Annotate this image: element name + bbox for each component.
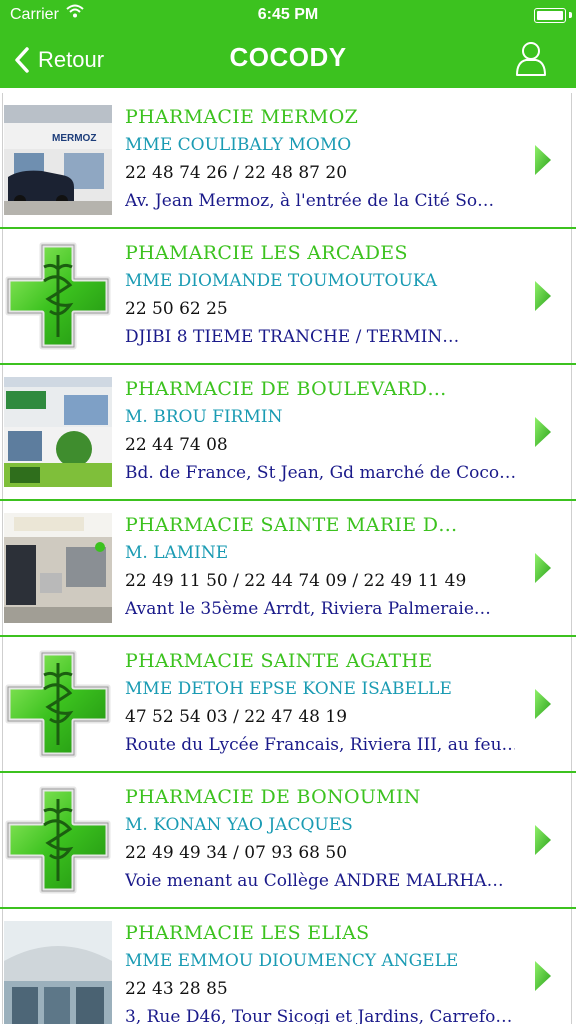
pharmacy-info: PHARMACIE SAINTE AGATHE MME DETOH EPSE K…	[125, 647, 515, 759]
list-item[interactable]: PHARMACIE DE BONOUMIN M. KONAN YAO JACQU…	[0, 773, 576, 909]
pharmacy-address: DJIBI 8 TIEME TRANCHE / TERMIN…	[125, 327, 460, 347]
pharmacy-address: Route du Lycée Francais, Riviera III, au…	[125, 735, 515, 755]
pharmacy-cross-icon	[4, 241, 112, 351]
pharmacy-name: PHARMACIE DE BONOUMIN	[125, 786, 421, 808]
pharmacy-name: PHARMACIE LES ELIAS	[125, 922, 370, 944]
pharmacy-address: Av. Jean Mermoz, à l'entrée de la Cité S…	[125, 191, 495, 211]
pharmacy-photo	[4, 921, 112, 1024]
pharmacy-owner: M. BROU FIRMIN	[125, 407, 283, 427]
pharmacy-name: PHARMACIE SAINTE AGATHE	[125, 650, 433, 672]
pharmacy-info: PHARMACIE LES ELIAS MME EMMOU DIOUMENCY …	[125, 919, 515, 1024]
pharmacy-phone: 22 48 74 26 / 22 48 87 20	[125, 163, 348, 183]
pharmacy-name: PHARMACIE DE BOULEVARD…	[125, 378, 447, 400]
pharmacy-address: Voie menant au Collège ANDRE MALRHA…	[125, 871, 504, 891]
pharmacy-photo	[4, 513, 112, 623]
user-icon	[516, 42, 546, 76]
pharmacy-name: PHAMARCIE LES ARCADES	[125, 242, 408, 264]
pharmacy-list[interactable]: MERMOZ PHARMACIE MERMOZ MME COULIBALY MO…	[0, 93, 576, 1024]
pharmacy-photo: MERMOZ	[4, 105, 112, 215]
pharmacy-address: Bd. de France, St Jean, Gd marché de Coc…	[125, 463, 515, 483]
battery-icon	[534, 8, 566, 23]
svg-text:MERMOZ: MERMOZ	[52, 133, 96, 144]
pharmacy-name: PHARMACIE SAINTE MARIE D…	[125, 514, 458, 536]
page-title: COCODY	[229, 42, 347, 72]
pharmacy-phone: 22 43 28 85	[125, 979, 228, 999]
list-item[interactable]: PHARMACIE SAINTE AGATHE MME DETOH EPSE K…	[0, 637, 576, 773]
pharmacy-phone: 22 49 49 34 / 07 93 68 50	[125, 843, 348, 863]
pharmacy-phone: 22 49 11 50 / 22 44 74 09 / 22 49 11 49	[125, 571, 467, 591]
pharmacy-owner: M. LAMINE	[125, 543, 229, 563]
user-profile-button[interactable]	[514, 40, 548, 78]
disclosure-arrow-icon[interactable]	[534, 280, 552, 312]
disclosure-arrow-icon[interactable]	[534, 960, 552, 992]
navigation-bar: Carrier 6:45 PM Retour COCODY	[0, 0, 576, 88]
pharmacy-owner: MME EMMOU DIOUMENCY ANGELE	[125, 951, 459, 971]
list-item[interactable]: MERMOZ PHARMACIE MERMOZ MME COULIBALY MO…	[0, 93, 576, 229]
pharmacy-cross-icon	[4, 649, 112, 759]
list-item[interactable]: PHARMACIE SAINTE MARIE D… M. LAMINE 22 4…	[0, 501, 576, 637]
pharmacy-phone: 47 52 54 03 / 22 47 48 19	[125, 707, 348, 727]
pharmacy-owner: MME DETOH EPSE KONE ISABELLE	[125, 679, 452, 699]
pharmacy-phone: 22 50 62 25	[125, 299, 228, 319]
disclosure-arrow-icon[interactable]	[534, 144, 552, 176]
pharmacy-info: PHAMARCIE LES ARCADES MME DIOMANDE TOUMO…	[125, 239, 515, 351]
pharmacy-phone: 22 44 74 08	[125, 435, 228, 455]
pharmacy-owner: M. KONAN YAO JACQUES	[125, 815, 353, 835]
disclosure-arrow-icon[interactable]	[534, 688, 552, 720]
pharmacy-info: PHARMACIE MERMOZ MME COULIBALY MOMO 22 4…	[125, 103, 515, 215]
list-item[interactable]: PHAMARCIE LES ARCADES MME DIOMANDE TOUMO…	[0, 229, 576, 365]
pharmacy-photo	[4, 377, 112, 487]
pharmacy-owner: MME COULIBALY MOMO	[125, 135, 352, 155]
pharmacy-info: PHARMACIE DE BONOUMIN M. KONAN YAO JACQU…	[125, 783, 515, 895]
pharmacy-address: Avant le 35ème Arrdt, Riviera Palmeraie…	[125, 599, 491, 619]
pharmacy-info: PHARMACIE SAINTE MARIE D… M. LAMINE 22 4…	[125, 511, 515, 623]
disclosure-arrow-icon[interactable]	[534, 552, 552, 584]
status-bar: Carrier 6:45 PM	[0, 0, 576, 32]
list-item[interactable]: PHARMACIE DE BOULEVARD… M. BROU FIRMIN 2…	[0, 365, 576, 501]
disclosure-arrow-icon[interactable]	[534, 416, 552, 448]
pharmacy-cross-icon	[4, 785, 112, 895]
disclosure-arrow-icon[interactable]	[534, 824, 552, 856]
status-time: 6:45 PM	[257, 6, 319, 23]
list-item[interactable]: PHARMACIE LES ELIAS MME EMMOU DIOUMENCY …	[0, 909, 576, 1024]
pharmacy-info: PHARMACIE DE BOULEVARD… M. BROU FIRMIN 2…	[125, 375, 515, 487]
pharmacy-address: 3, Rue D46, Tour Sicogi et Jardins, Carr…	[125, 1007, 513, 1024]
battery-tip	[569, 12, 572, 18]
pharmacy-owner: MME DIOMANDE TOUMOUTOUKA	[125, 271, 438, 291]
pharmacy-name: PHARMACIE MERMOZ	[125, 106, 359, 128]
